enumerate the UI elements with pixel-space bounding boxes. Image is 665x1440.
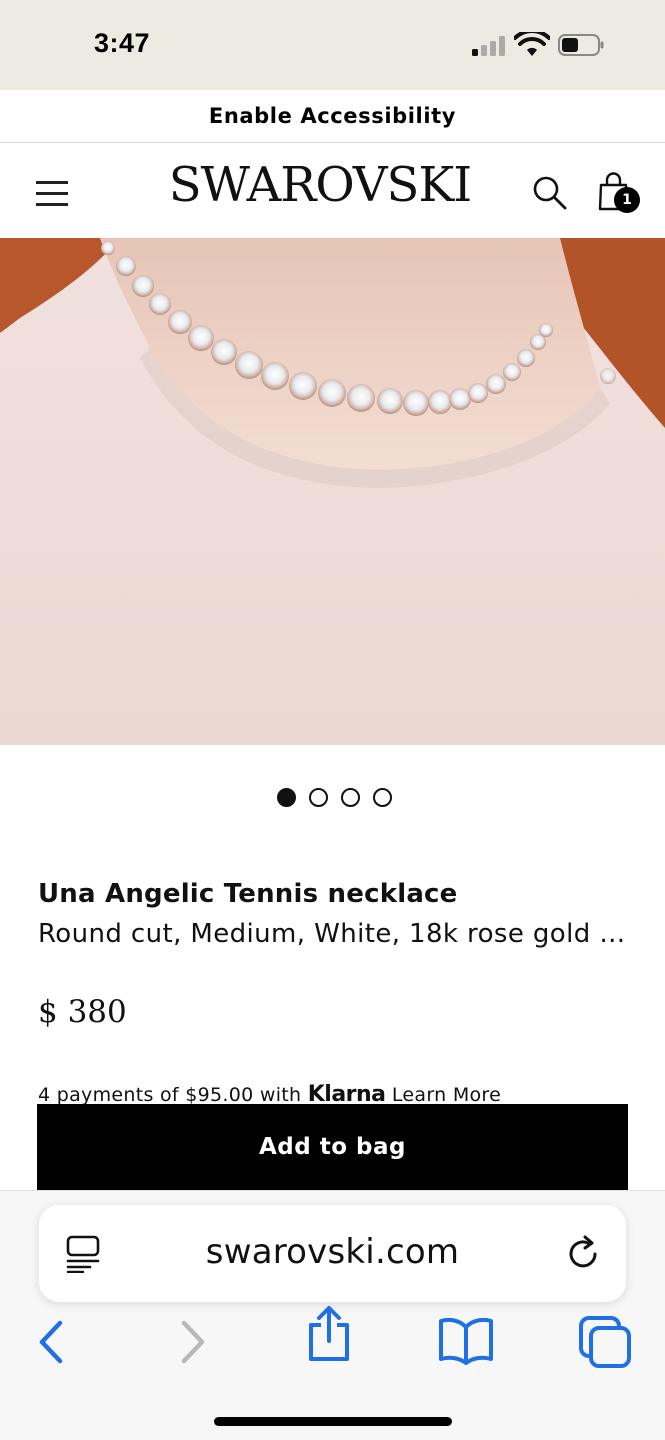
enable-accessibility-link[interactable]: Enable Accessibility [209, 104, 456, 128]
add-to-bag-button[interactable]: Add to bag [37, 1104, 628, 1190]
carousel-dot[interactable] [309, 788, 328, 807]
search-icon[interactable] [532, 175, 568, 211]
klarna-logo: Klarna [307, 1082, 386, 1106]
carousel-dot[interactable] [373, 788, 392, 807]
accessibility-bar[interactable]: Enable Accessibility [0, 90, 665, 143]
address-bar[interactable]: swarovski.com [39, 1205, 626, 1302]
product-image[interactable] [0, 238, 665, 745]
hamburger-menu-icon[interactable] [36, 181, 68, 206]
share-icon[interactable] [305, 1305, 353, 1363]
url-text[interactable]: swarovski.com [39, 1232, 626, 1272]
product-price: $ 380 [38, 994, 127, 1030]
reload-icon[interactable] [565, 1235, 603, 1273]
home-indicator [214, 1417, 452, 1426]
status-time: 3:47 [94, 28, 151, 58]
battery-icon [558, 34, 604, 56]
back-icon[interactable] [36, 1317, 66, 1367]
brand-logo[interactable]: SWAROVSKI [140, 157, 500, 213]
cellular-signal-icon [472, 36, 508, 56]
browser-toolbar: swarovski.com [0, 1190, 665, 1440]
add-to-bag-label: Add to bag [259, 1134, 406, 1160]
carousel-dot[interactable] [277, 788, 296, 807]
klarna-installments: 4 payments of $95.00 with Klarna Learn M… [38, 1082, 638, 1106]
forward-icon[interactable] [178, 1317, 208, 1367]
product-photo [0, 238, 665, 745]
bookmarks-icon[interactable] [438, 1315, 494, 1367]
klarna-text: 4 payments of $95.00 with [38, 1084, 302, 1106]
wifi-icon [514, 32, 550, 56]
carousel-dots [0, 788, 665, 810]
product-description: Round cut, Medium, White, 18k rose gold … [38, 919, 628, 949]
tabs-icon[interactable] [578, 1315, 632, 1369]
site-header: SWAROVSKI [0, 143, 665, 238]
product-name: Una Angelic Tennis necklace [38, 879, 458, 909]
carousel-dot[interactable] [341, 788, 360, 807]
status-bar: 3:47 [0, 0, 665, 90]
klarna-learn-more-link[interactable]: Learn More [392, 1084, 501, 1106]
bag-count-badge[interactable]: 1 [614, 187, 640, 213]
